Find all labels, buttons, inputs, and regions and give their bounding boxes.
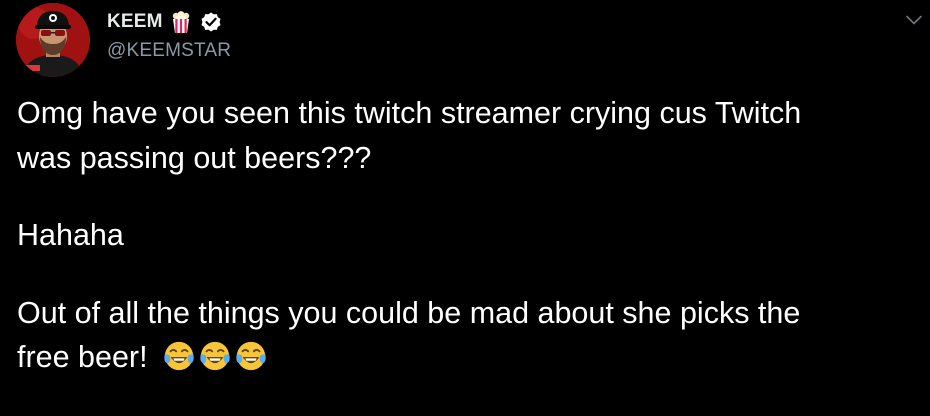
user-handle[interactable]: @KEEMSTAR [107,40,231,62]
chevron-down-icon[interactable] [904,10,924,30]
verified-badge-icon [199,10,223,34]
tweet-line: was passing out beers??? [17,140,372,175]
avatar-image [16,3,90,77]
tears-of-joy-emoji [200,341,230,371]
tweet-line: Omg have you seen this twitch streamer c… [17,96,802,130]
tweet-line: free beer! [17,340,148,374]
avatar[interactable] [16,3,90,77]
emoji-group [162,339,268,373]
tweet-line: Out of all the things you could be mad a… [17,295,801,330]
tears-of-joy-emoji [236,341,266,371]
tweet-card: KEEM @KEEMSTAR Omg have you seen this tw… [0,0,930,416]
tweet-text: Omg have you seen this twitch streamer c… [17,91,917,380]
tweet-line: Hahaha [17,218,124,252]
popcorn-icon [169,10,193,34]
tears-of-joy-emoji [164,341,194,371]
tweet-paragraph: Out of all the things you could be mad a… [17,291,917,380]
display-name[interactable]: KEEM [107,11,163,33]
name-row: KEEM [107,10,223,34]
tweet-paragraph: Omg have you seen this twitch streamer c… [17,91,917,180]
tweet-paragraph: Hahaha [17,213,917,258]
